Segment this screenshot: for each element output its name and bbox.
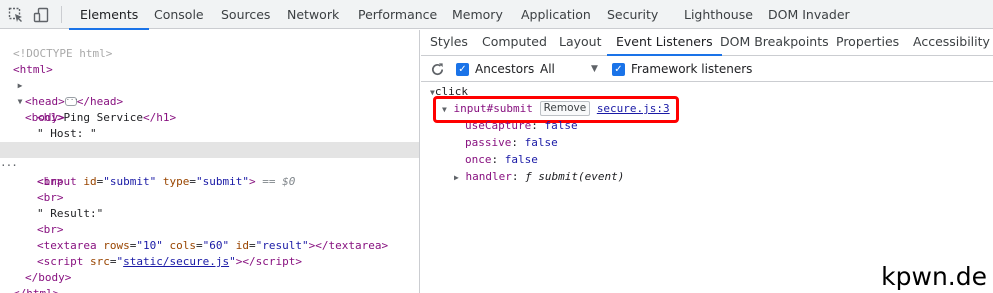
dom-node-h1[interactable]: <h1>Ping Service</h1> <box>0 94 419 124</box>
event-listeners-filter-bar: ✓ Ancestors All ▼ ✓ Framework listeners <box>421 57 993 82</box>
listener-prop-row: passive: false <box>465 136 558 149</box>
tab-dom-invader[interactable]: DOM Invader <box>768 0 850 29</box>
devtools-main-toolbar: Elements Console Sources Network Perform… <box>0 0 993 30</box>
tab-computed[interactable]: Computed <box>482 30 547 55</box>
tab-sources[interactable]: Sources <box>221 0 270 29</box>
prop-name-usecapture: useCapture <box>465 119 532 132</box>
dom-node-br[interactable]: <br> <box>0 174 419 204</box>
tab-properties[interactable]: Properties <box>836 30 899 55</box>
dom-node-result-text[interactable]: " Result:" <box>0 190 419 220</box>
prop-name-once: once <box>465 153 492 166</box>
tab-lighthouse[interactable]: Lighthouse <box>684 0 753 29</box>
dom-node-body[interactable]: ▼ <body> <box>0 78 419 124</box>
dom-node-head[interactable]: ▶ <head>···</head> <box>0 62 419 108</box>
dom-node-body-close[interactable]: </body> <box>0 254 419 284</box>
listener-target: input#submit <box>453 102 533 115</box>
remove-listener-button[interactable]: Remove <box>539 100 591 116</box>
toolbar-separator <box>61 6 62 23</box>
framework-listeners-label: Framework listeners <box>631 62 753 76</box>
device-toolbar-icon[interactable] <box>32 6 50 24</box>
dropdown-arrow-icon[interactable]: ▼ <box>591 57 598 82</box>
tab-styles[interactable]: Styles <box>430 30 468 55</box>
refresh-icon[interactable] <box>430 62 445 77</box>
dom-node-host-text[interactable]: " Host: " <box>0 110 419 140</box>
tab-event-listeners[interactable]: Event Listeners <box>607 30 722 56</box>
ancestors-checkbox[interactable]: ✓ <box>456 63 469 76</box>
dom-node-html-close[interactable]: </html> <box>0 270 419 293</box>
tab-accessibility[interactable]: Accessibility <box>913 30 990 55</box>
dom-node-br[interactable]: <br> <box>0 206 419 236</box>
collapse-triangle-icon[interactable]: ▼ <box>442 105 447 114</box>
dom-node-input-submit-selected[interactable]: ··· <input id="submit" type="submit"> ==… <box>0 142 419 188</box>
tab-elements[interactable]: Elements <box>68 0 150 30</box>
html-close-tag: html <box>26 287 53 293</box>
tab-application[interactable]: Application <box>521 0 591 29</box>
ancestors-label: Ancestors <box>475 62 535 76</box>
dom-node-textarea[interactable]: <textarea rows="10" cols="60" id="result… <box>0 222 419 252</box>
listener-target-row[interactable]: ▼ input#submit Remove secure.js:3 <box>442 100 670 117</box>
inspect-element-icon[interactable] <box>7 6 25 24</box>
prop-value-usecapture: false <box>544 119 578 132</box>
scope-select[interactable]: All <box>540 57 555 82</box>
tab-security[interactable]: Security <box>607 0 658 29</box>
dom-node-br[interactable]: <br> <box>0 158 419 188</box>
framework-listeners-checkbox[interactable]: ✓ <box>612 63 625 76</box>
elements-sidebar: Styles Computed Layout Event Listeners D… <box>421 30 993 293</box>
tab-memory[interactable]: Memory <box>452 0 503 29</box>
handler-function: ƒ submit(event) <box>525 170 625 183</box>
listener-handler-row[interactable]: ▶ handler: ƒ submit(event) <box>454 168 624 185</box>
dom-node-script[interactable]: <script src="static/secure.js"></script> <box>0 238 419 268</box>
tab-performance[interactable]: Performance <box>358 0 437 29</box>
tab-network[interactable]: Network <box>287 0 339 29</box>
watermark-text: kpwn.de <box>879 262 989 291</box>
tab-console[interactable]: Console <box>154 0 204 29</box>
dom-node-html[interactable]: <html> <box>0 46 419 76</box>
listener-prop-row: useCapture: false <box>465 119 578 132</box>
prop-value-passive: false <box>524 136 558 149</box>
handler-name: handler <box>465 170 512 183</box>
expand-triangle-icon[interactable]: ▶ <box>454 173 459 182</box>
listener-source-link[interactable]: secure.js:3 <box>597 102 670 115</box>
tab-dom-breakpoints[interactable]: DOM Breakpoints <box>720 30 829 55</box>
tab-layout[interactable]: Layout <box>559 30 602 55</box>
prop-value-once: false <box>504 153 538 166</box>
sidebar-tab-strip: Styles Computed Layout Event Listeners D… <box>421 30 993 56</box>
listener-prop-row: once: false <box>465 153 538 166</box>
dom-node-doctype[interactable]: <!DOCTYPE html> <box>0 30 419 60</box>
elements-dom-tree: <!DOCTYPE html> <html> ▶ <head>···</head… <box>0 30 420 293</box>
dom-node-input-host[interactable]: <input id="host" type="text"> <box>0 126 419 156</box>
prop-name-passive: passive <box>465 136 512 149</box>
